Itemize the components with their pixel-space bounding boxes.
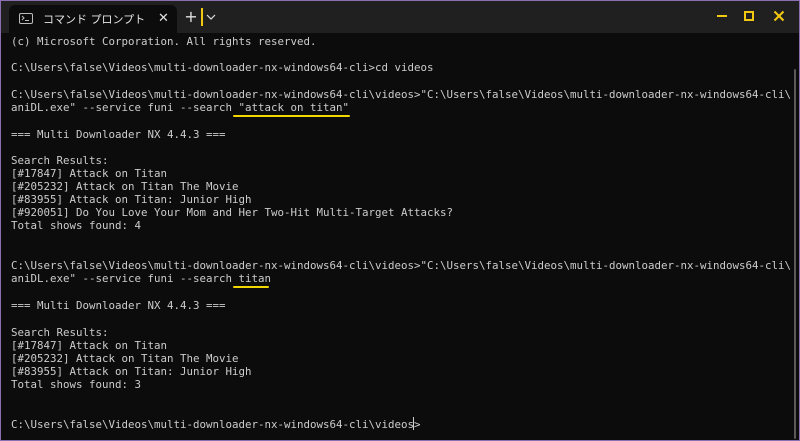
terminal-line: [#83955] Attack on Titan: Junior High (11, 193, 252, 206)
new-tab-button[interactable]: + (183, 7, 199, 27)
tab-title: コマンド プロンプト (43, 13, 146, 26)
terminal-line: (c) Microsoft Corporation. All rights re… (11, 35, 317, 48)
maximize-button[interactable] (734, 1, 764, 31)
terminal-line: === Multi Downloader NX 4.4.3 === (11, 128, 226, 141)
minimize-icon (717, 15, 727, 17)
terminal-line: Total shows found: 3 (11, 378, 142, 391)
close-window-button[interactable] (764, 1, 794, 31)
terminal-line: [#17847] Attack on Titan (11, 339, 168, 352)
terminal-icon (19, 13, 33, 24)
terminal-line: === Multi Downloader NX 4.4.3 === (11, 299, 226, 312)
terminal-line: Search Results: (11, 154, 109, 167)
terminal-line: aniDL.exe" --service funi --search titan (11, 272, 272, 285)
close-tab-icon[interactable]: ✕ (157, 12, 170, 25)
terminal-line: [#205232] Attack on Titan The Movie (11, 180, 239, 193)
scrollbar-thumb[interactable] (794, 69, 796, 439)
chevron-down-icon[interactable] (205, 8, 217, 26)
tab-separator (201, 8, 203, 26)
terminal-line: Search Results: (11, 326, 109, 339)
maximize-icon (744, 11, 754, 21)
terminal-line: C:\Users\false\Videos\multi-downloader-n… (11, 259, 792, 272)
terminal-line: aniDL.exe" --service funi --search "atta… (11, 101, 350, 114)
terminal-line: C:\Users\false\Videos\multi-downloader-n… (11, 61, 434, 74)
terminal-line: C:\Users\false\Videos\multi-downloader-n… (11, 418, 421, 431)
vertical-scrollbar[interactable] (791, 33, 799, 440)
search-term-underline (233, 115, 350, 117)
minimize-button[interactable] (707, 1, 737, 31)
terminal-line: [#920051] Do You Love Your Mom and Her T… (11, 206, 454, 219)
terminal-line: [#205232] Attack on Titan The Movie (11, 352, 239, 365)
terminal-line: C:\Users\false\Videos\multi-downloader-n… (11, 88, 792, 101)
close-icon (773, 10, 785, 22)
terminal-line: [#83955] Attack on Titan: Junior High (11, 365, 252, 378)
terminal-line: [#17847] Attack on Titan (11, 167, 168, 180)
tab-command-prompt[interactable]: コマンド プロンプト ✕ (9, 5, 177, 33)
title-bar: コマンド プロンプト ✕ + (1, 1, 799, 33)
text-cursor (413, 417, 414, 430)
terminal-window: コマンド プロンプト ✕ + (c) Microsoft Corporation… (0, 0, 800, 441)
search-term-underline (233, 286, 269, 288)
terminal-line: Total shows found: 4 (11, 219, 142, 232)
